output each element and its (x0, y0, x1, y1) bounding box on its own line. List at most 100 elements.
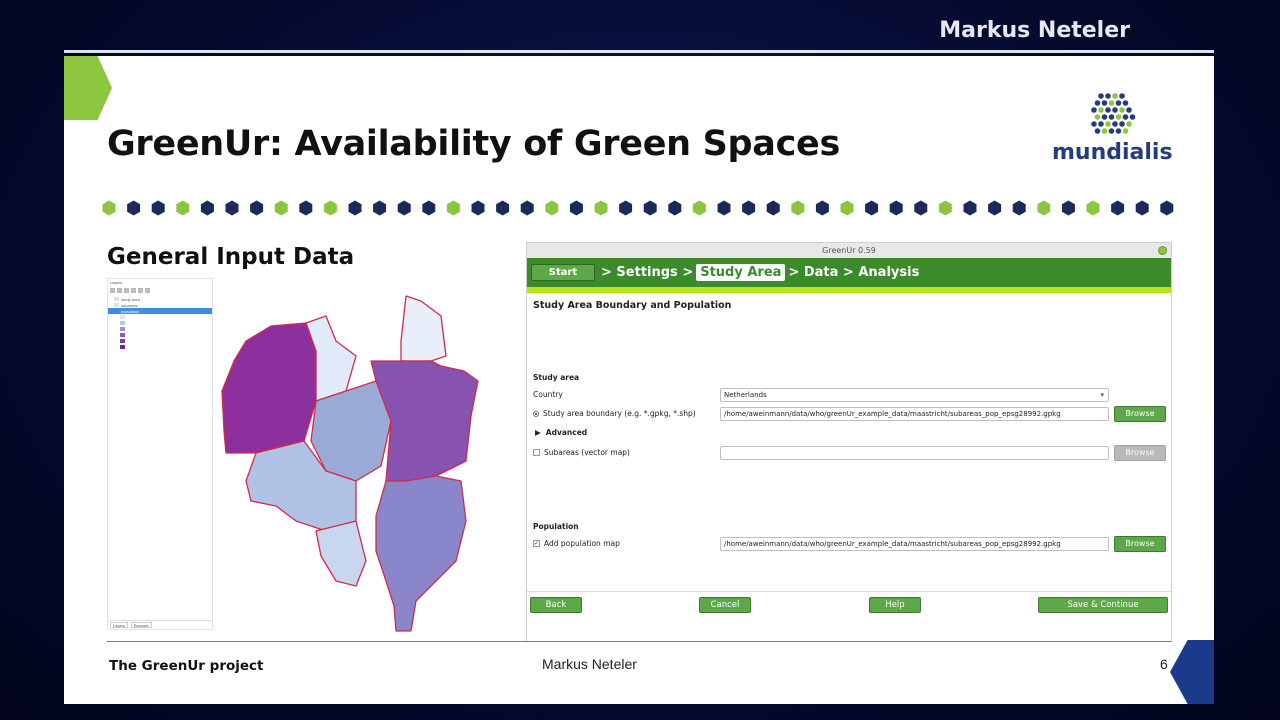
tool-icon[interactable] (124, 288, 129, 293)
cancel-button[interactable]: Cancel (699, 597, 751, 613)
close-icon[interactable] (1158, 246, 1167, 255)
hexagon-dot (348, 200, 362, 216)
tool-icon[interactable] (145, 288, 150, 293)
map-polygon-southeast (375, 475, 467, 632)
qgis-layer-list: study area subareas population (108, 296, 212, 350)
qgis-panel-title: Layers (110, 280, 123, 285)
boundary-radio[interactable] (533, 410, 539, 417)
logo-dot (1115, 100, 1122, 106)
crumb-separator: > (788, 265, 804, 280)
population-path-input[interactable]: /home/aweinmann/data/who/greenUr_example… (720, 537, 1109, 551)
logo-dot (1108, 100, 1115, 106)
green-tab-decoration (64, 56, 112, 120)
hexagon-dot (840, 200, 854, 216)
map-polygon-west (221, 322, 317, 454)
tool-icon[interactable] (117, 288, 122, 293)
layer-label: study area (121, 296, 140, 302)
layer-swatch (114, 297, 119, 301)
qgis-panel-header: Layers (108, 279, 212, 286)
slide-title: GreenUr: Availability of Green Spaces (107, 124, 841, 164)
crumb-data[interactable]: Data (804, 265, 839, 280)
subareas-option[interactable]: Subareas (vector map) (533, 448, 630, 457)
layer-swatch (120, 315, 125, 319)
hexagon-dot (815, 200, 829, 216)
wizard-content: Study Area Boundary and Population Study… (527, 293, 1171, 615)
boundary-browse-button[interactable]: Browse (1114, 406, 1166, 422)
hexagon-dot (766, 200, 780, 216)
population-checkbox[interactable]: ✓ (533, 540, 540, 547)
logo-dot (1105, 93, 1111, 99)
footer-project: The GreenUr project (109, 658, 264, 674)
subareas-label: Subareas (vector map) (544, 448, 630, 457)
logo-dot (1112, 93, 1118, 99)
section-heading: General Input Data (107, 244, 355, 270)
logo-dot (1115, 128, 1122, 134)
crumb-study-area[interactable]: Study Area (696, 264, 786, 281)
start-button[interactable]: Start (531, 264, 595, 281)
layer-swatch (114, 309, 119, 313)
layer-row[interactable] (108, 344, 212, 350)
logo-dot (1101, 114, 1108, 120)
hexagon-dot (200, 200, 214, 216)
logo-dot (1108, 114, 1115, 120)
hexagon-dot (176, 200, 190, 216)
logo-dot (1101, 128, 1108, 134)
logo-dot (1119, 121, 1125, 127)
hexagon-dot (446, 200, 460, 216)
subareas-path-input[interactable] (720, 446, 1109, 460)
hexagon-dot (225, 200, 239, 216)
population-browse-button[interactable]: Browse (1114, 536, 1166, 552)
hexagon-dot (373, 200, 387, 216)
hexagon-dot (520, 200, 534, 216)
hexagon-dot (496, 200, 510, 216)
population-group-label: Population (533, 522, 579, 531)
crumb-analysis[interactable]: Analysis (858, 265, 919, 280)
boundary-option[interactable]: Study area boundary (e.g. *.gpkg, *.shp) (533, 409, 696, 418)
qgis-layers-panel: Layers study area subareas population Laye… (107, 278, 213, 630)
hexagon-dot (717, 200, 731, 216)
save-continue-button[interactable]: Save & Continue (1038, 597, 1168, 613)
presenter-name: Markus Neteler (939, 18, 1130, 43)
logo-dot (1098, 93, 1104, 99)
hexagon-dot (545, 200, 559, 216)
crumb-settings[interactable]: Settings (616, 265, 677, 280)
top-rule (64, 50, 1214, 53)
mundialis-logo: mundialis (1052, 90, 1173, 165)
tool-icon[interactable] (131, 288, 136, 293)
boundary-path-input[interactable]: /home/aweinmann/data/who/greenUr_example… (720, 407, 1109, 421)
hexagon-dot (668, 200, 682, 216)
footer-rule (107, 641, 1171, 642)
advanced-toggle[interactable]: ▶ Advanced (535, 428, 587, 437)
tool-icon[interactable] (138, 288, 143, 293)
country-select[interactable]: Netherlands (720, 388, 1109, 402)
help-button[interactable]: Help (869, 597, 921, 613)
subareas-browse-button[interactable]: Browse (1114, 445, 1166, 461)
logo-dot (1094, 100, 1101, 106)
layer-label: subareas (121, 302, 138, 308)
back-button[interactable]: Back (530, 597, 582, 613)
qgis-panel-tabs: Layers Browser (108, 620, 212, 629)
hexagon-dot (1037, 200, 1051, 216)
map-view[interactable] (216, 281, 496, 636)
logo-dot (1122, 128, 1129, 134)
logo-dot (1122, 114, 1129, 120)
hexagon-dot (323, 200, 337, 216)
tab-browser[interactable]: Browser (131, 622, 152, 628)
hexagon-dot (692, 200, 706, 216)
logo-dot (1098, 121, 1104, 127)
layer-swatch (120, 321, 125, 325)
tool-icon[interactable] (110, 288, 115, 293)
hexagon-dot (889, 200, 903, 216)
layer-swatch (114, 303, 119, 307)
slide: GreenUr: Availability of Green Spaces mu… (64, 56, 1214, 704)
logo-dot (1129, 114, 1136, 120)
population-option[interactable]: ✓ Add population map (533, 539, 620, 548)
hexagon-dot (471, 200, 485, 216)
page-number: 6 (1160, 656, 1168, 672)
subareas-checkbox[interactable] (533, 449, 540, 456)
layer-swatch (120, 333, 125, 337)
logo-dot (1119, 107, 1125, 113)
tab-layers[interactable]: Layers (110, 622, 129, 628)
hexagon-dot (1135, 200, 1149, 216)
hexagon-dot (397, 200, 411, 216)
